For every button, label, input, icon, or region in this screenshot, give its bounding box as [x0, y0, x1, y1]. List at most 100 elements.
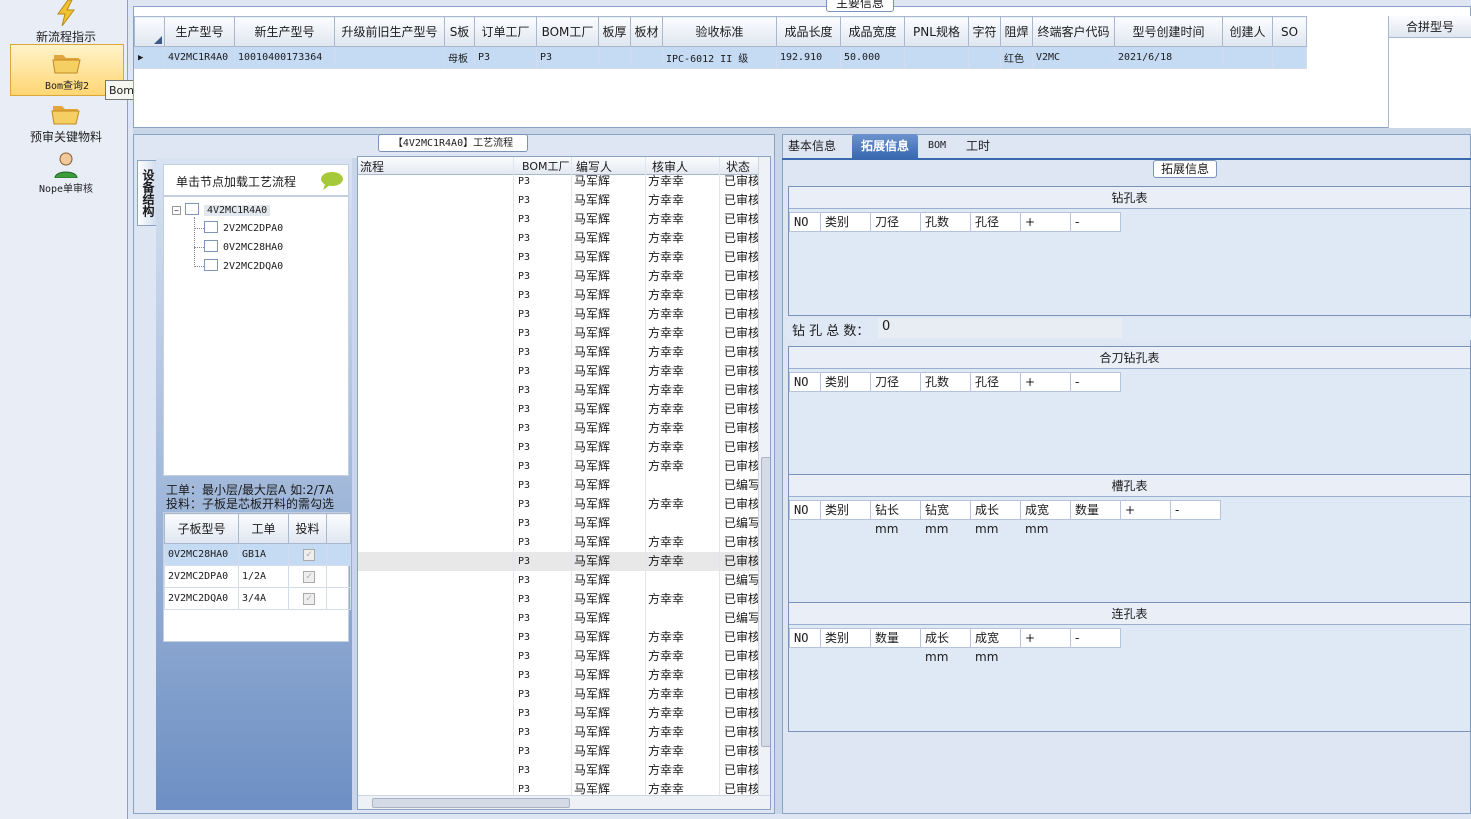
column-header[interactable]: 板材 [630, 16, 663, 47]
feed-checkbox[interactable]: ✓ [303, 570, 315, 583]
table-cell[interactable] [1222, 46, 1273, 69]
process-row[interactable]: 曝光P3马军辉方幸幸已审核 [358, 324, 770, 343]
table-column-header[interactable]: - [1070, 628, 1121, 648]
tree-node[interactable]: 2V2MC2DQA0 [194, 259, 283, 272]
column-header[interactable]: S板 [444, 16, 475, 47]
table-row[interactable]: ▶ 4V2MC1R4A0 10010400173364 母板 P3 P3 IPC-6012 … [134, 46, 1307, 69]
column-header[interactable]: 成品长度 [776, 16, 841, 47]
column-header[interactable]: BOM工厂 [536, 16, 599, 47]
table-column-header[interactable]: - [1170, 500, 1221, 520]
process-row[interactable]: −阻焊P3马军辉方幸幸已审核 [358, 229, 770, 248]
table-cell[interactable] [968, 46, 1001, 69]
process-row[interactable]: −AOIP3马军辉方幸幸已审核 [358, 191, 770, 210]
table-cell[interactable]: 192.910 [776, 46, 841, 69]
table-row[interactable]: 2V2MC2DQA0 3/4A ✓ [164, 587, 351, 610]
process-row[interactable]: 铣板P3马军辉已编写 [358, 609, 770, 628]
process-row[interactable]: −沉金P3马军辉方幸幸已审核 [358, 381, 770, 400]
tab-extended[interactable]: 拓展信息 [852, 134, 918, 158]
column-header[interactable]: 生产型号 [164, 16, 235, 47]
column-header[interactable]: PNL规格 [904, 16, 969, 47]
process-row[interactable]: 板边包胶P3马军辉方幸幸已审核 [358, 419, 770, 438]
table-column-header[interactable]: + [1020, 212, 1071, 232]
tree-node[interactable]: 2V2MC2DPA0 [194, 221, 283, 234]
table-cell[interactable] [1272, 46, 1307, 69]
table-column-header[interactable]: + [1020, 628, 1071, 648]
column-header[interactable]: 新生产型号 [234, 16, 335, 47]
sub-model-cell[interactable]: 0V2MC28HA0 [164, 543, 239, 566]
vertical-tab-structure[interactable]: 设备结构 [137, 160, 157, 226]
table-cell[interactable] [904, 46, 969, 69]
process-row[interactable]: −钻孔1P3马军辉方幸幸已审核 [358, 533, 770, 552]
process-row[interactable]: 烘板整平P3马军辉方幸幸已审核 [358, 704, 770, 723]
drill-total-field[interactable]: 0 [878, 318, 1122, 338]
process-row[interactable]: 阻焊前处理P3马军辉方幸幸已审核 [358, 248, 770, 267]
table-cell[interactable] [334, 46, 445, 69]
feed-checkbox[interactable]: ✓ [303, 548, 315, 561]
process-row[interactable]: 外层AOIP3马军辉方幸幸已审核 [358, 210, 770, 229]
process-row[interactable]: −成品仓P3马军辉方幸幸已审核 [358, 761, 770, 780]
vertical-scrollbar[interactable] [758, 157, 770, 797]
process-row[interactable]: −包装P3马军辉方幸幸已审核 [358, 723, 770, 742]
table-column-header[interactable]: + [1120, 500, 1171, 520]
column-header[interactable]: 成品宽度 [840, 16, 905, 47]
sub-model-cell[interactable]: 2V2MC2DQA0 [164, 587, 239, 610]
table-cell[interactable] [630, 46, 663, 69]
table-cell[interactable]: IPC-6012 II 级 [662, 46, 777, 69]
hscroll-thumb[interactable] [372, 798, 570, 808]
sidebar-item-nope-review[interactable]: Nope单审核 [8, 152, 124, 200]
process-row[interactable]: 阻抗测试P3马军辉方幸幸已审核 [358, 495, 770, 514]
process-row[interactable]: 外观检查P3马军辉方幸幸已审核 [358, 685, 770, 704]
column-header[interactable]: 订单工厂 [474, 16, 537, 47]
column-header[interactable]: 工单 [238, 513, 289, 544]
table-cell[interactable]: V2MC [1032, 46, 1115, 69]
table-cell[interactable]: 母板 [444, 46, 475, 69]
process-row[interactable]: 丝印P3马军辉方幸幸已审核 [358, 286, 770, 305]
process-row[interactable]: 沉金P3马军辉方幸幸已审核 [358, 438, 770, 457]
process-row[interactable]: −电子测试P3马军辉已编写 [358, 476, 770, 495]
column-header[interactable]: 板厚 [598, 16, 631, 47]
process-row[interactable]: 成品清洗P3马军辉方幸幸已审核 [358, 628, 770, 647]
table-cell[interactable]: 2021/6/18 [1114, 46, 1223, 69]
column-header[interactable]: 阻焊 [1000, 16, 1033, 47]
process-row[interactable]: −外形P3马军辉已编写 [358, 571, 770, 590]
process-row[interactable]: 水洗烘干P3马军辉方幸幸已审核 [358, 457, 770, 476]
process-row[interactable]: 功能检查P3马军辉方幸幸已审核 [358, 666, 770, 685]
table-cell[interactable]: 10010400173364 [234, 46, 335, 69]
tree-root[interactable]: −4V2MC1R4A0 [172, 203, 271, 216]
table-column-header[interactable]: - [1070, 372, 1121, 392]
vertical-splitter-right[interactable] [775, 134, 782, 814]
table-column-header[interactable]: - [1070, 212, 1121, 232]
feed-checkbox[interactable]: ✓ [303, 592, 315, 605]
column-header[interactable]: 投料 [288, 513, 327, 544]
table-row[interactable]: 2V2MC2DPA0 1/2A ✓ [164, 565, 351, 588]
horizontal-scrollbar[interactable] [358, 795, 770, 809]
column-header[interactable]: 型号创建时间 [1114, 16, 1223, 47]
table-row[interactable]: 0V2MC28HA0 GB1A ✓ [164, 543, 351, 566]
process-row[interactable]: 电子测试P3马军辉已编写 [358, 514, 770, 533]
table-cell[interactable]: P3 [536, 46, 599, 69]
process-row[interactable]: 钻孔1P3马军辉方幸幸已审核 [358, 552, 770, 571]
process-row[interactable]: V槽P3马军辉方幸幸已审核 [358, 590, 770, 609]
column-header[interactable]: 升级前旧生产型号 [334, 16, 445, 47]
process-row[interactable]: 喷砂P3马军辉方幸幸已审核 [358, 400, 770, 419]
column-header[interactable]: 终端客户代码 [1032, 16, 1115, 47]
process-row[interactable]: 预烘P3马军辉方幸幸已审核 [358, 305, 770, 324]
tab-basic[interactable]: 基本信息 [782, 134, 842, 158]
table-cell[interactable]: 红色 [1000, 46, 1033, 69]
process-row[interactable]: 内包装P3马军辉方幸幸已审核 [358, 742, 770, 761]
process-row[interactable]: 阻焊塞孔P3马军辉方幸幸已审核 [358, 267, 770, 286]
table-column-header[interactable]: + [1020, 372, 1071, 392]
process-row[interactable]: 退膜P3马军辉方幸幸已审核 [358, 172, 770, 191]
sub-order-cell[interactable]: GB1A [238, 543, 289, 566]
process-row[interactable]: 终固化P3马军辉方幸幸已审核 [358, 362, 770, 381]
column-header[interactable]: 子板型号 [164, 513, 239, 544]
column-header[interactable]: 创建人 [1222, 16, 1273, 47]
sub-model-cell[interactable]: 2V2MC2DPA0 [164, 565, 239, 588]
sidebar-item-prereview[interactable]: 预审关键物料 [8, 100, 124, 148]
process-row[interactable]: −终检P3马军辉方幸幸已审核 [358, 647, 770, 666]
sub-order-cell[interactable]: 1/2A [238, 565, 289, 588]
process-row[interactable]: 显影P3马军辉方幸幸已审核 [358, 343, 770, 362]
sidebar-item-new-process[interactable]: 新流程指示 [8, 0, 124, 44]
tree-node[interactable]: 0V2MC28HA0 [194, 240, 283, 253]
table-cell[interactable] [598, 46, 631, 69]
